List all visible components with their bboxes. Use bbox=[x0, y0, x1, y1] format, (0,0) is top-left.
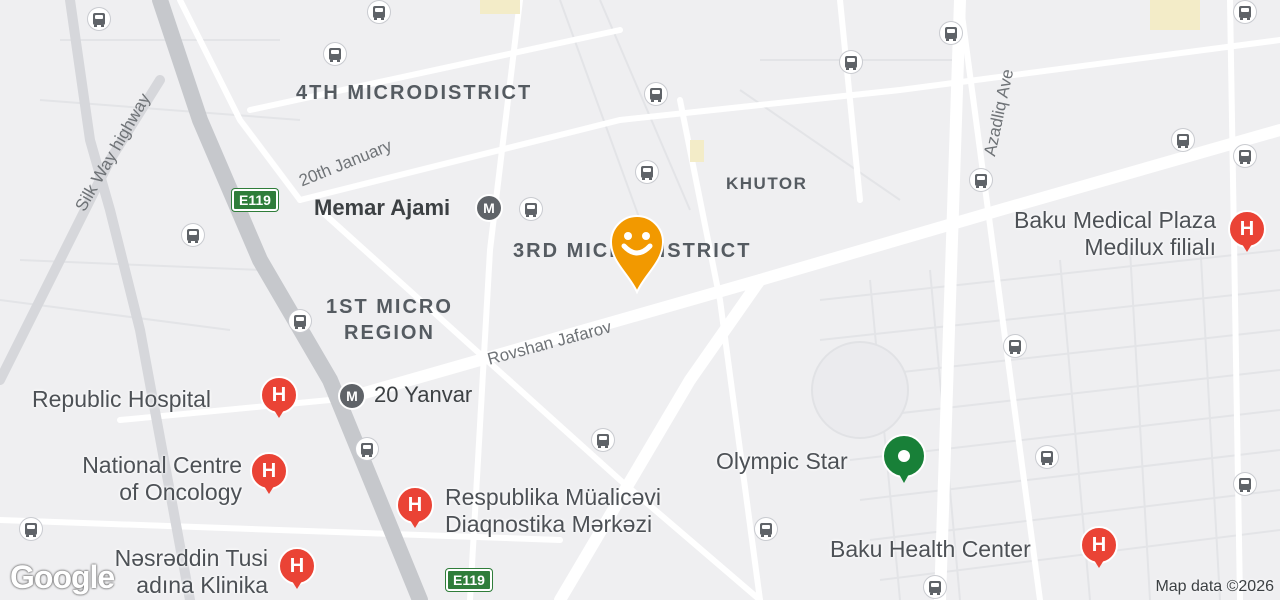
google-logo: Google bbox=[10, 559, 115, 595]
poi-label-respublika-line2: Diaqnostika Mərkəzi bbox=[445, 511, 653, 537]
poi-label-health-center[interactable]: Baku Health Center bbox=[830, 536, 1031, 563]
district-label-1st-line2: REGION bbox=[344, 322, 435, 344]
hospital-icon[interactable]: H bbox=[1080, 526, 1118, 572]
hospital-icon[interactable]: H bbox=[1228, 210, 1266, 256]
bus-stop-icon[interactable] bbox=[88, 8, 110, 30]
bus-stop-icon[interactable] bbox=[1234, 1, 1256, 23]
bus-stop-icon[interactable] bbox=[592, 429, 614, 451]
metro-label-20-yanvar[interactable]: 20 Yanvar bbox=[374, 382, 472, 408]
bus-stop-icon[interactable] bbox=[645, 83, 667, 105]
map-attribution[interactable]: Map data ©2026 bbox=[1155, 578, 1274, 596]
hospital-icon[interactable]: H bbox=[278, 547, 316, 593]
bus-stop-icon[interactable] bbox=[324, 43, 346, 65]
bus-stop-icon[interactable] bbox=[289, 310, 311, 332]
poi-label-medical-plaza-line1: Baku Medical Plaza bbox=[1014, 207, 1216, 233]
highway-shield-e119-bottom: E119 bbox=[446, 569, 492, 591]
bus-stop-icon[interactable] bbox=[1172, 129, 1194, 151]
district-label-1st: 1ST MICRO REGION bbox=[326, 294, 453, 346]
bus-stop-icon[interactable] bbox=[20, 518, 42, 540]
bus-stop-icon[interactable] bbox=[1004, 335, 1026, 357]
bus-stop-icon[interactable] bbox=[970, 169, 992, 191]
metro-icon[interactable]: M bbox=[340, 384, 364, 408]
highway-shield-e119-top: E119 bbox=[232, 189, 278, 211]
district-label-4th: 4TH MICRODISTRICT bbox=[296, 82, 533, 104]
bus-stop-icon[interactable] bbox=[1234, 473, 1256, 495]
hospital-icon[interactable]: H bbox=[260, 376, 298, 422]
district-label-khutor: KHUTOR bbox=[726, 174, 808, 193]
current-location-smile-icon[interactable] bbox=[609, 214, 665, 294]
poi-label-oncology[interactable]: National Centre of Oncology bbox=[50, 452, 242, 506]
hospital-icon[interactable]: H bbox=[250, 452, 288, 498]
poi-label-respublika[interactable]: Respublika Müalicəvi Diaqnostika Mərkəzi bbox=[445, 484, 661, 538]
poi-label-oncology-line1: National Centre bbox=[82, 452, 242, 478]
poi-label-respublika-line1: Respublika Müalicəvi bbox=[445, 484, 662, 510]
poi-label-olympic-star[interactable]: Olympic Star bbox=[716, 448, 848, 475]
bus-stop-icon[interactable] bbox=[1234, 145, 1256, 167]
bus-stop-icon[interactable] bbox=[924, 576, 946, 598]
poi-label-medical-plaza[interactable]: Baku Medical Plaza Medilux filialı bbox=[960, 207, 1216, 261]
poi-label-republic-hospital[interactable]: Republic Hospital bbox=[32, 386, 211, 413]
place-icon[interactable] bbox=[882, 434, 926, 484]
bus-stop-icon[interactable] bbox=[1036, 446, 1058, 468]
bus-stop-icon[interactable] bbox=[636, 161, 658, 183]
bus-stop-icon[interactable] bbox=[182, 224, 204, 246]
bus-stop-icon[interactable] bbox=[368, 1, 390, 23]
district-label-1st-line1: 1ST MICRO bbox=[326, 296, 453, 318]
poi-label-oncology-line2: of Oncology bbox=[119, 479, 242, 505]
bus-stop-icon[interactable] bbox=[840, 51, 862, 73]
bus-stop-icon[interactable] bbox=[940, 22, 962, 44]
metro-icon[interactable]: M bbox=[477, 196, 501, 220]
bus-stop-icon[interactable] bbox=[520, 198, 542, 220]
hospital-icon[interactable]: H bbox=[396, 486, 434, 532]
bus-stop-icon[interactable] bbox=[356, 438, 378, 460]
poi-label-medical-plaza-line2: Medilux filialı bbox=[1084, 234, 1216, 260]
map-canvas[interactable]: 4TH MICRODISTRICT KHUTOR 3RD MICRODISTRI… bbox=[0, 0, 1280, 600]
bus-stop-icon[interactable] bbox=[755, 518, 777, 540]
metro-label-memar-ajami[interactable]: Memar Ajami bbox=[314, 195, 450, 221]
